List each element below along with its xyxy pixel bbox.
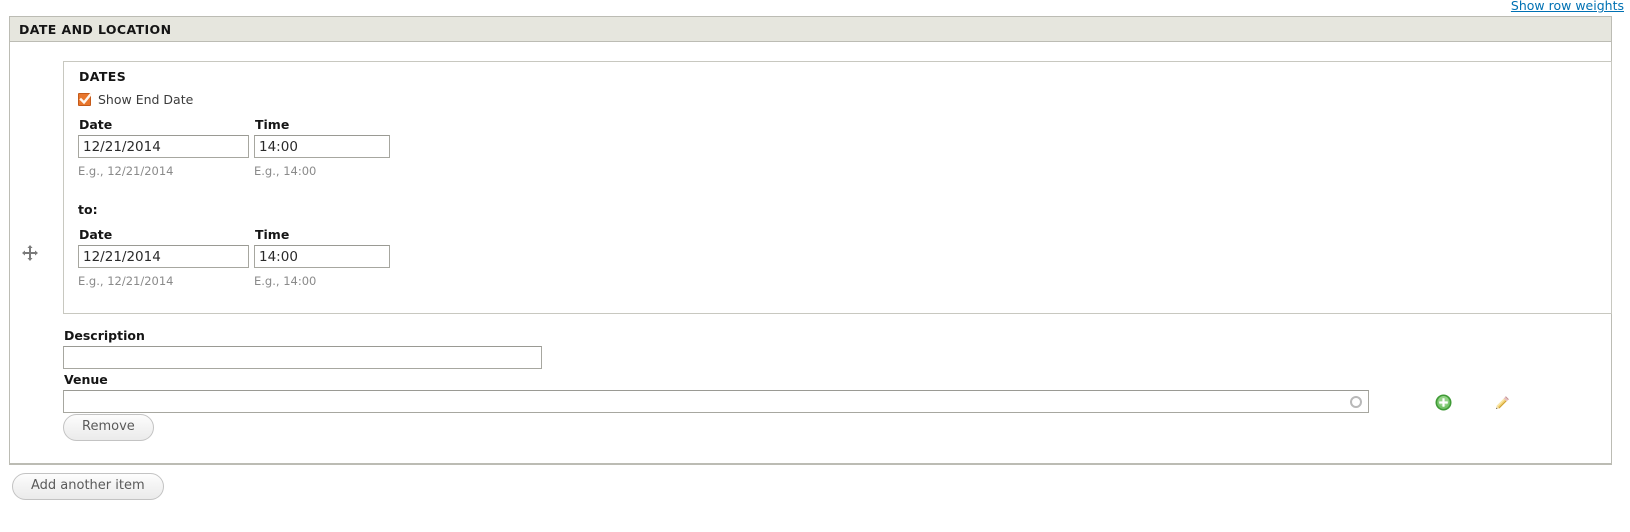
description-field-group: Description — [63, 328, 542, 369]
start-date-hint: E.g., 12/21/2014 — [78, 164, 174, 178]
show-end-date-label[interactable]: Show End Date — [98, 92, 193, 107]
show-end-date-row[interactable]: Show End Date — [78, 91, 193, 107]
venue-input-wrapper — [63, 390, 1369, 413]
dates-legend-text: DATES — [77, 69, 129, 84]
end-date-column: Date E.g., 12/21/2014 — [78, 227, 249, 288]
autocomplete-throbber-icon — [1350, 395, 1362, 408]
end-date-input[interactable] — [78, 245, 249, 268]
end-time-input[interactable] — [254, 245, 390, 268]
end-datetime-group: Date E.g., 12/21/2014 Time E.g., 14:00 — [78, 227, 438, 297]
description-input[interactable] — [63, 346, 542, 369]
to-label: to: — [78, 202, 98, 217]
remove-button[interactable]: Remove — [63, 414, 154, 442]
venue-input[interactable] — [63, 390, 1369, 413]
venue-field-group: Venue — [63, 372, 1369, 413]
start-time-hint: E.g., 14:00 — [254, 164, 317, 178]
start-time-label: Time — [255, 117, 290, 132]
top-utility-row: Show row weights — [0, 0, 1630, 15]
checkbox-checked-icon[interactable] — [78, 92, 93, 106]
venue-label: Venue — [64, 372, 108, 387]
start-datetime-group: Date E.g., 12/21/2014 Time E.g., 14:00 — [78, 117, 438, 187]
bottom-divider — [9, 464, 1612, 465]
show-row-weights-link[interactable]: Show row weights — [1511, 0, 1624, 13]
add-another-item-button[interactable]: Add another item — [12, 473, 164, 501]
add-green-plus-icon[interactable] — [1435, 394, 1452, 411]
start-date-input[interactable] — [78, 135, 249, 158]
description-label: Description — [64, 328, 145, 343]
end-date-label: Date — [79, 227, 113, 242]
date-and-location-legend-bar: DATE AND LOCATION — [9, 16, 1612, 42]
date-and-location-legend-text: DATE AND LOCATION — [19, 21, 172, 37]
start-time-input[interactable] — [254, 135, 390, 158]
edit-pencil-icon[interactable] — [1493, 394, 1511, 412]
end-date-hint: E.g., 12/21/2014 — [78, 274, 174, 288]
end-time-label: Time — [255, 227, 290, 242]
end-time-hint: E.g., 14:00 — [254, 274, 317, 288]
end-time-column: Time E.g., 14:00 — [254, 227, 390, 288]
start-date-column: Date E.g., 12/21/2014 — [78, 117, 249, 178]
venue-action-icons — [1425, 394, 1605, 416]
field-item-row: DATES Show End Date Date E.g., 12/21/201… — [10, 44, 1612, 464]
start-time-column: Time E.g., 14:00 — [254, 117, 390, 178]
start-date-label: Date — [79, 117, 113, 132]
